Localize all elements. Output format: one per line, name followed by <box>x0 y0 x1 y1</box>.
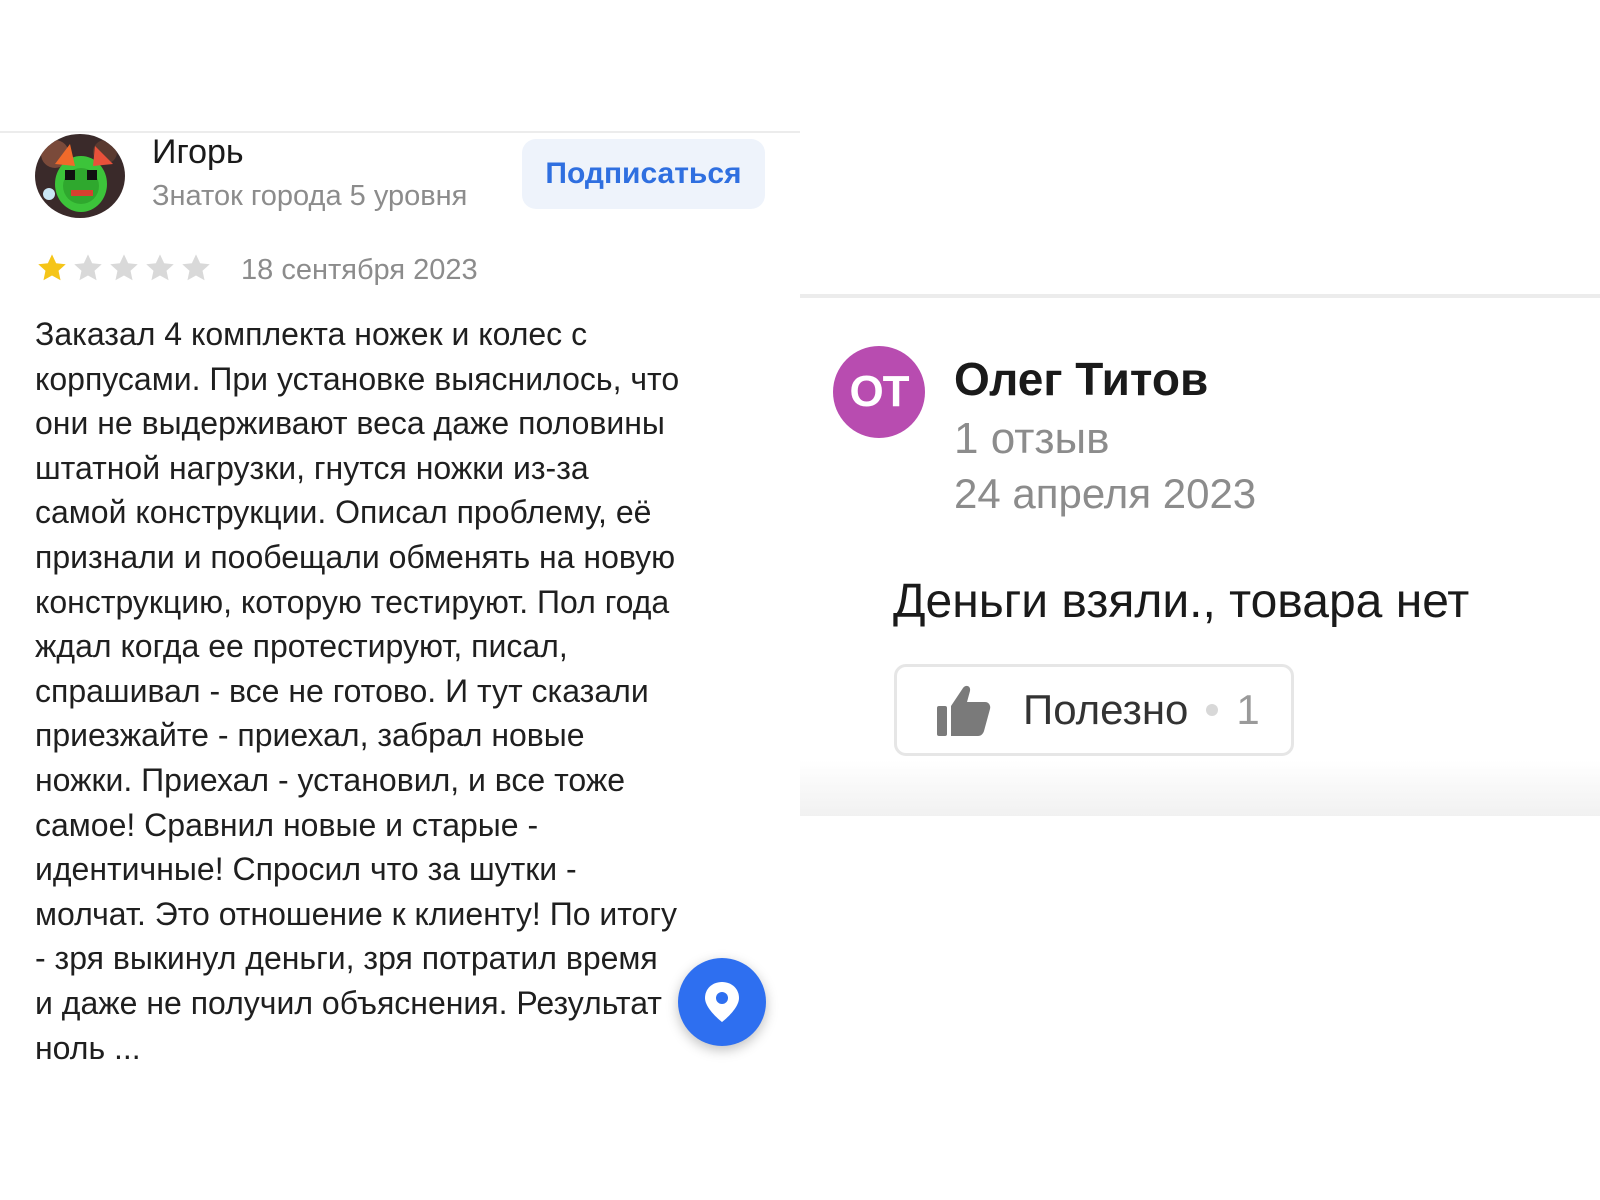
review-text-line: и даже не получил объяснения. Результат <box>35 984 662 1021</box>
review-text-line: ноль ... <box>35 1029 141 1066</box>
review-date: 18 сентября 2023 <box>241 254 478 286</box>
star-icon <box>182 254 210 281</box>
useful-button[interactable]: Полезно 1 <box>894 664 1294 756</box>
review-text-line: корпусами. При установке выяснилось, что <box>35 360 680 397</box>
avatar-image-icon <box>35 134 125 218</box>
star-icon <box>74 254 102 281</box>
star-icon <box>146 254 174 281</box>
rating-stars <box>36 252 212 284</box>
star-icon <box>110 254 138 281</box>
review-text: Деньги взяли., товара нет <box>893 575 1470 628</box>
star-icon <box>38 254 66 281</box>
review-text: Заказал 4 комплекта ножек и колес с корп… <box>35 312 770 1070</box>
left-review-card: Игорь Знаток города 5 уровня Подписаться… <box>0 0 800 1200</box>
review-text-line: конструкцию, которую тестируют. Пол года <box>35 583 670 620</box>
author-name[interactable]: Олег Титов <box>954 352 1208 406</box>
review-text-line: штатной нагрузки, гнутся ножки из-за <box>35 449 589 486</box>
separator-dot <box>1206 704 1219 716</box>
review-text-line: - зря выкинул деньги, зря потратил время <box>35 940 658 977</box>
review-text-line: спрашивал - все не готово. И тут сказали <box>35 672 649 709</box>
subscribe-button[interactable]: Подписаться <box>522 139 765 209</box>
review-text-line: они не выдерживают веса даже половины <box>35 405 665 442</box>
card-bottom-shadow <box>800 760 1600 816</box>
useful-count: 1 <box>1236 686 1260 733</box>
review-text-line: Заказал 4 комплекта ножек и колес с <box>35 316 588 352</box>
divider <box>800 294 1600 298</box>
avatar[interactable]: ОТ <box>833 346 925 438</box>
thumbs-up-icon <box>937 685 991 736</box>
review-text-line: ждал когда ее протестируют, писал, <box>35 628 568 665</box>
review-text-line: идентичные! Спросил что за шутки - <box>35 851 577 888</box>
useful-label: Полезно <box>1023 686 1189 733</box>
author-name[interactable]: Игорь <box>152 133 244 172</box>
divider <box>0 131 800 133</box>
map-button[interactable] <box>678 958 766 1046</box>
review-text-line: молчат. Это отношение к клиенту! По итог… <box>35 895 678 932</box>
review-text-line: приезжайте - приехал, забрал новые <box>35 717 585 754</box>
right-review-card: ОТ Олег Титов 1 отзыв 24 апреля 2023 Ден… <box>800 0 1600 1200</box>
avatar[interactable] <box>35 134 125 218</box>
review-text-line: ножки. Приехал - установил, и все тоже <box>35 761 626 798</box>
review-text-line: признали и пообещали обменять на новую <box>35 538 676 575</box>
map-pin-icon <box>705 982 739 1022</box>
review-date: 24 апреля 2023 <box>954 470 1257 517</box>
author-reviews-count[interactable]: 1 отзыв <box>954 414 1110 464</box>
author-level: Знаток города 5 уровня <box>152 180 468 212</box>
review-text-line: самой конструкции. Описал проблему, её <box>35 494 652 531</box>
review-text-line: самое! Сравнил новые и старые - <box>35 806 539 843</box>
